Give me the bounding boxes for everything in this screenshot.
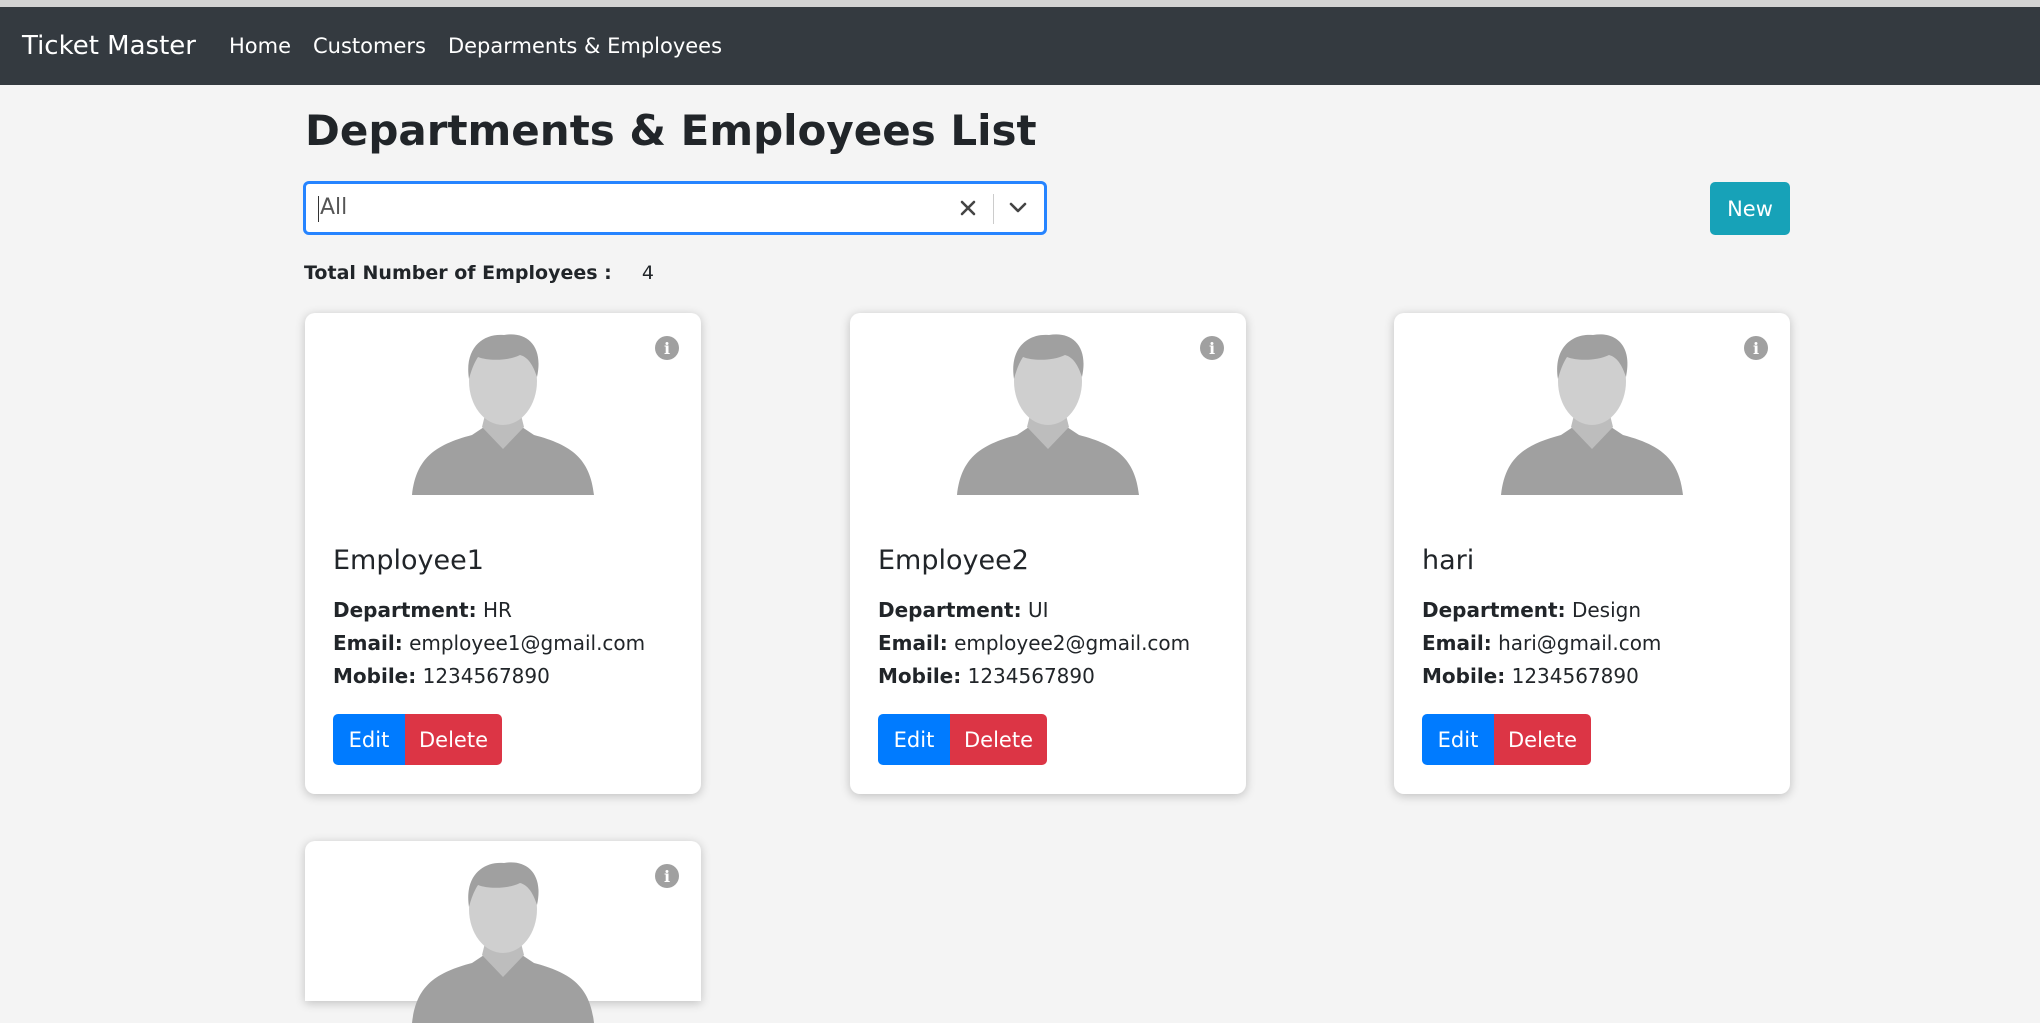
mobile-label: Mobile: (1422, 664, 1506, 688)
department-label: Department: (1422, 598, 1566, 622)
total-employees-count: 4 (641, 262, 654, 284)
email-label: Email: (878, 631, 948, 655)
employee-mobile: Mobile: 1234567890 (333, 664, 550, 688)
employee-department: Department: Design (1422, 598, 1641, 622)
email-label: Email: (1422, 631, 1492, 655)
department-value: Design (1571, 598, 1642, 622)
chevron-down-icon[interactable] (1002, 192, 1034, 224)
employee-department: Department: UI (878, 598, 1049, 622)
user-placeholder-icon (412, 334, 594, 495)
employee-email: Email: hari@gmail.com (1422, 631, 1661, 655)
employee-name: Employee1 (333, 545, 484, 576)
card-actions: Edit Delete (878, 714, 1047, 765)
employee-email: Email: employee2@gmail.com (878, 631, 1190, 655)
department-label: Department: (333, 598, 477, 622)
mobile-value: 1234567890 (967, 664, 1095, 688)
user-placeholder-icon (957, 334, 1139, 495)
email-value: employee1@gmail.com (409, 631, 646, 655)
employee-mobile: Mobile: 1234567890 (1422, 664, 1639, 688)
delete-button[interactable]: Delete (950, 714, 1047, 765)
department-filter-select[interactable]: All (304, 182, 1046, 234)
card-actions: Edit Delete (1422, 714, 1591, 765)
navbar: Ticket Master Home Customers Deparments … (0, 7, 2040, 85)
info-circle-icon[interactable]: i (1744, 336, 1768, 360)
edit-button[interactable]: Edit (333, 714, 405, 765)
nav-link-departments-employees[interactable]: Deparments & Employees (448, 34, 722, 58)
mobile-value: 1234567890 (422, 664, 550, 688)
department-label: Department: (878, 598, 1022, 622)
department-value: HR (482, 598, 512, 622)
edit-button[interactable]: Edit (1422, 714, 1494, 765)
mobile-label: Mobile: (878, 664, 962, 688)
new-employee-button[interactable]: New (1710, 182, 1790, 235)
mobile-label: Mobile: (333, 664, 417, 688)
employee-name: Employee2 (878, 545, 1029, 576)
nav-link-customers[interactable]: Customers (313, 34, 426, 58)
close-icon[interactable] (952, 192, 984, 224)
info-circle-icon[interactable]: i (655, 864, 679, 888)
card-actions: Edit Delete (333, 714, 502, 765)
email-value: employee2@gmail.com (954, 631, 1191, 655)
total-employees: Total Number of Employees : 4 (304, 262, 654, 284)
page-title: Departments & Employees List (305, 106, 1037, 155)
select-separator (993, 194, 994, 224)
info-circle-icon[interactable]: i (1200, 336, 1224, 360)
employee-card: i Employee2 Department: UI Email: employ… (850, 313, 1246, 794)
employee-email: Email: employee1@gmail.com (333, 631, 645, 655)
email-value: hari@gmail.com (1498, 631, 1662, 655)
total-employees-label: Total Number of Employees : (304, 262, 612, 284)
employee-name: hari (1422, 545, 1475, 576)
delete-button[interactable]: Delete (1494, 714, 1591, 765)
employee-department: Department: HR (333, 598, 512, 622)
navbar-brand[interactable]: Ticket Master (22, 31, 196, 61)
nav-link-home[interactable]: Home (229, 34, 291, 58)
employee-card: i hari Department: Design Email: hari@gm… (1394, 313, 1790, 794)
employee-card: i Employee1 Department: HR Email: employ… (305, 313, 701, 794)
browser-top-border (0, 0, 2040, 7)
department-value: UI (1027, 598, 1049, 622)
email-label: Email: (333, 631, 403, 655)
department-filter-value[interactable]: All (320, 195, 347, 220)
user-placeholder-icon (1501, 334, 1683, 495)
mobile-value: 1234567890 (1511, 664, 1639, 688)
user-placeholder-icon (412, 862, 594, 1023)
employee-card: i (305, 841, 701, 1023)
delete-button[interactable]: Delete (405, 714, 502, 765)
edit-button[interactable]: Edit (878, 714, 950, 765)
info-circle-icon[interactable]: i (655, 336, 679, 360)
employee-mobile: Mobile: 1234567890 (878, 664, 1095, 688)
text-cursor (318, 196, 319, 222)
